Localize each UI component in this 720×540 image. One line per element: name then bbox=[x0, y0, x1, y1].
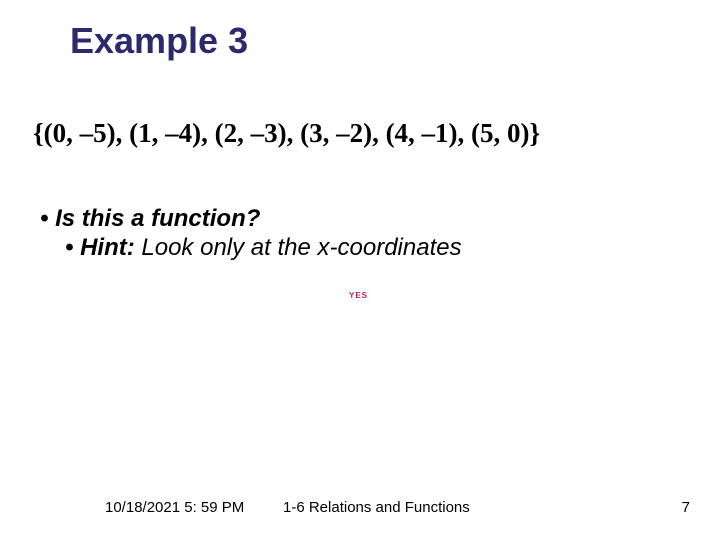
slide: Example 3 {(0, –5), (1, –4), (2, –3), (3… bbox=[0, 0, 720, 540]
footer-section: 1-6 Relations and Functions bbox=[283, 499, 470, 516]
slide-title: Example 3 bbox=[70, 20, 248, 62]
footer-page-number: 7 bbox=[682, 499, 690, 516]
answer-yes: YES bbox=[349, 291, 368, 300]
footer-date: 10/18/2021 5: 59 PM bbox=[105, 499, 244, 516]
hint-text: Look only at the x-coordinates bbox=[135, 234, 462, 261]
question-line-2: • Hint: Look only at the x-coordinates bbox=[65, 234, 462, 262]
hint-label: • Hint: bbox=[65, 234, 135, 261]
question-line-1: • Is this a function? bbox=[40, 205, 260, 233]
set-expression: {(0, –5), (1, –4), (2, –3), (3, –2), (4,… bbox=[33, 118, 540, 149]
